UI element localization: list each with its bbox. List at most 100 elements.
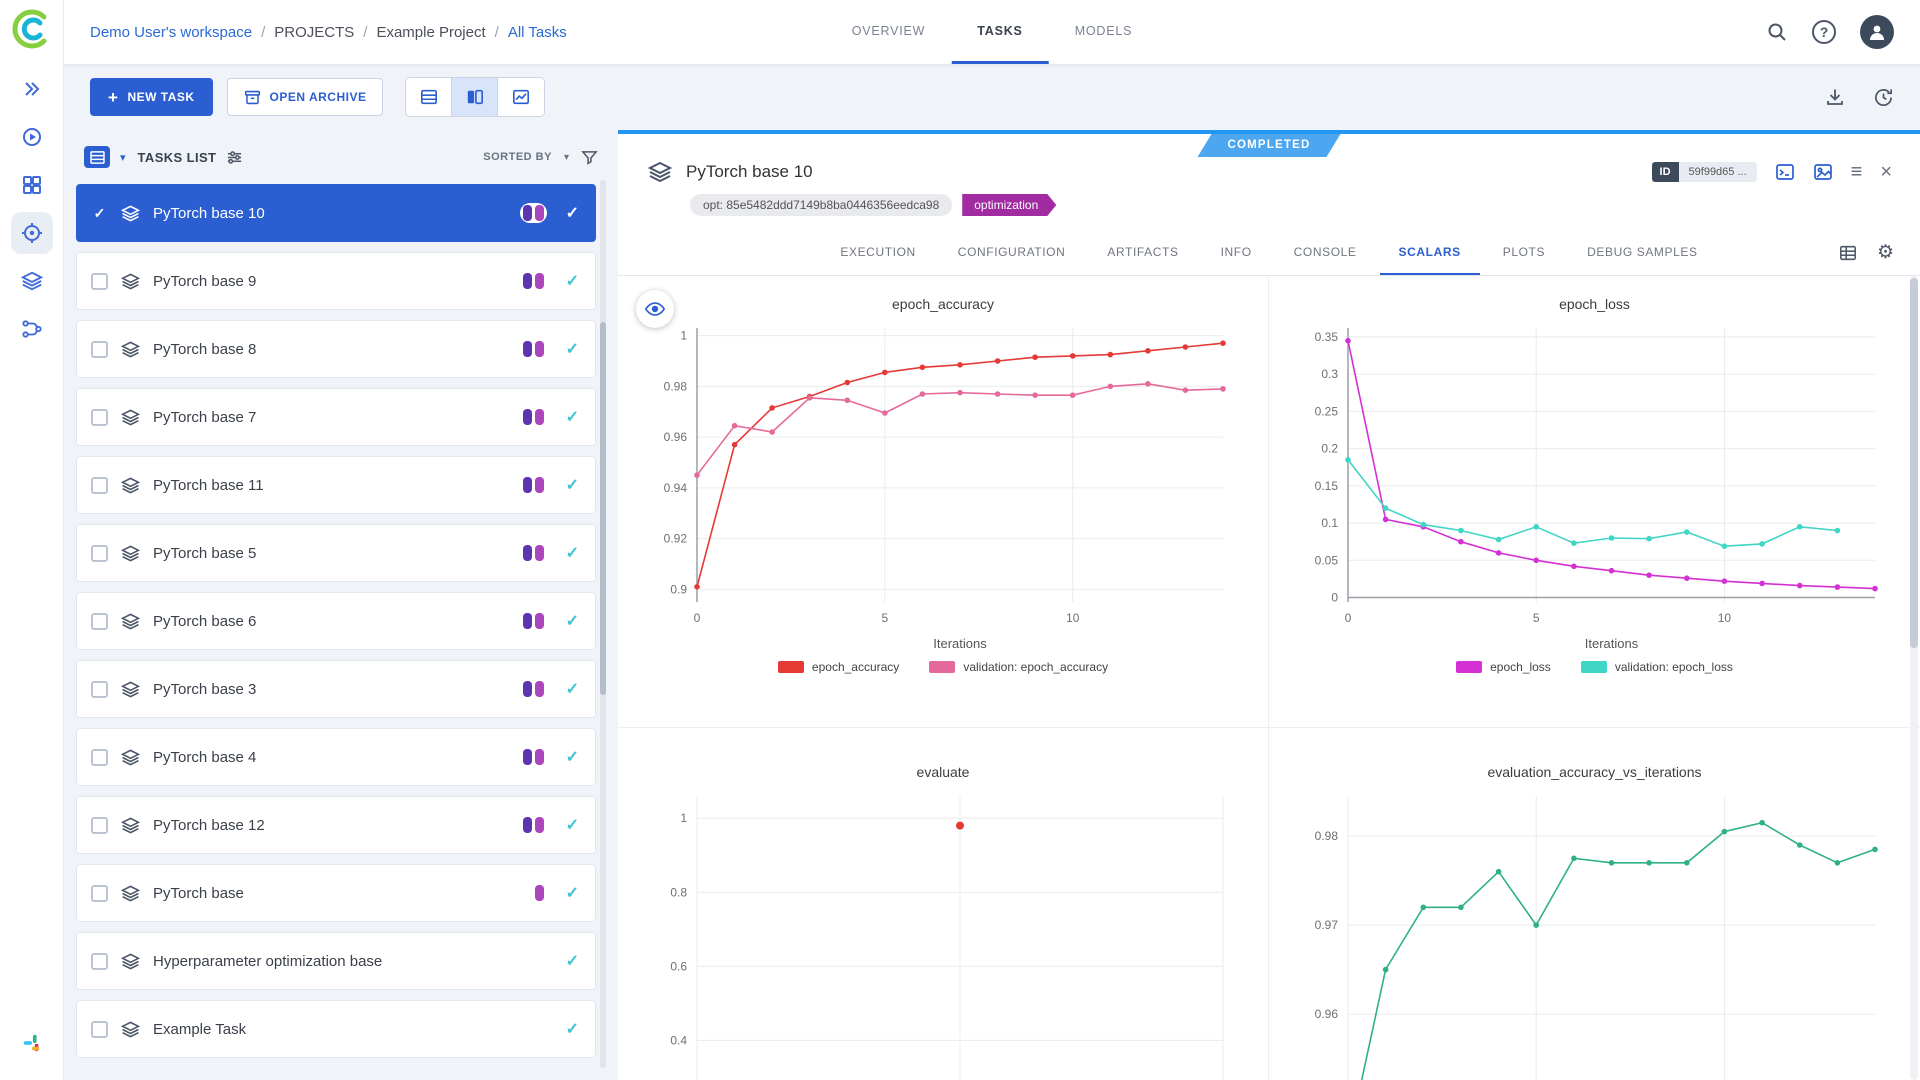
- task-list-item[interactable]: PyTorch base 3 ✓: [76, 660, 596, 718]
- task-list-item[interactable]: PyTorch base 12 ✓: [76, 796, 596, 854]
- tab-debug-samples[interactable]: DEBUG SAMPLES: [1568, 230, 1717, 275]
- compare-view-button[interactable]: [498, 78, 544, 116]
- hide-show-metrics-eye-icon[interactable]: [636, 290, 674, 328]
- dashboard-icon[interactable]: [11, 164, 53, 206]
- tab-scalars[interactable]: SCALARS: [1380, 230, 1480, 275]
- task-list-item[interactable]: Example Task ✓: [76, 1000, 596, 1058]
- chart-epoch-loss: epoch_loss 051000.050.10.150.20.250.30.35…: [1269, 276, 1920, 728]
- legend-item[interactable]: validation: epoch_loss: [1581, 660, 1733, 674]
- task-checkbox[interactable]: [91, 681, 108, 698]
- task-checkbox[interactable]: [91, 817, 108, 834]
- task-type-icon: [121, 272, 140, 291]
- task-list-item[interactable]: PyTorch base 7 ✓: [76, 388, 596, 446]
- expand-nav-icon[interactable]: [11, 68, 53, 110]
- legend-item[interactable]: validation: epoch_accuracy: [929, 660, 1108, 674]
- task-type-icon: [121, 476, 140, 495]
- tag-pill: [523, 273, 532, 289]
- task-list-item[interactable]: ✓ PyTorch base 10 ✓: [76, 184, 596, 242]
- task-checkbox[interactable]: [91, 953, 108, 970]
- tab-configuration[interactable]: CONFIGURATION: [939, 230, 1085, 275]
- metrics-table-icon[interactable]: [1839, 244, 1857, 262]
- legend-item[interactable]: epoch_accuracy: [778, 660, 899, 674]
- svg-text:0.98: 0.98: [1315, 829, 1339, 843]
- task-list-item[interactable]: PyTorch base 11 ✓: [76, 456, 596, 514]
- preview-image-icon[interactable]: [1813, 162, 1833, 182]
- task-list-item[interactable]: PyTorch base 9 ✓: [76, 252, 596, 310]
- scalars-charts-area: epoch_accuracy 05100.90.920.940.960.981It…: [618, 276, 1920, 1080]
- download-icon[interactable]: [1825, 87, 1845, 107]
- column-settings-icon[interactable]: [226, 149, 243, 166]
- help-icon[interactable]: ?: [1812, 20, 1836, 44]
- split-view-button[interactable]: [452, 78, 498, 116]
- open-archive-button[interactable]: OPEN ARCHIVE: [227, 78, 384, 116]
- tab-execution[interactable]: EXECUTION: [821, 230, 934, 275]
- tab-info[interactable]: INFO: [1202, 230, 1271, 275]
- sorted-by-caret-icon[interactable]: ▾: [564, 152, 569, 163]
- task-menu-icon[interactable]: ≡: [1851, 161, 1863, 184]
- breadcrumb-projects[interactable]: PROJECTS: [274, 24, 354, 41]
- top-header: Demo User's workspace / PROJECTS / Examp…: [64, 0, 1920, 64]
- auto-refresh-icon[interactable]: [1873, 87, 1894, 108]
- table-view-button[interactable]: [406, 78, 452, 116]
- task-list-item[interactable]: PyTorch base 8 ✓: [76, 320, 596, 378]
- projects-icon[interactable]: [11, 212, 53, 254]
- breadcrumb-all-tasks[interactable]: All Tasks: [508, 24, 567, 41]
- chart-plot[interactable]: 0.20.40.60.81: [635, 784, 1251, 1080]
- new-task-button[interactable]: + NEW TASK: [90, 78, 213, 116]
- breadcrumb-workspace[interactable]: Demo User's workspace: [90, 24, 252, 41]
- task-status-check-icon: ✓: [566, 611, 579, 631]
- detail-scrollbar[interactable]: [1910, 276, 1918, 1080]
- clearml-logo-icon[interactable]: [11, 8, 53, 50]
- breadcrumb-project-name[interactable]: Example Project: [376, 24, 485, 41]
- task-id-badge[interactable]: ID 59f99d65 ...: [1652, 162, 1757, 182]
- task-checkbox[interactable]: [91, 341, 108, 358]
- datasets-icon[interactable]: [11, 260, 53, 302]
- sorted-by-button[interactable]: SORTED BY: [483, 151, 552, 163]
- main-column: Demo User's workspace / PROJECTS / Examp…: [64, 0, 1920, 1080]
- task-checkbox[interactable]: [91, 273, 108, 290]
- user-avatar[interactable]: [1860, 15, 1894, 49]
- list-view-caret-icon[interactable]: ▾: [120, 151, 126, 164]
- search-icon[interactable]: [1766, 21, 1788, 43]
- tab-tasks[interactable]: TASKS: [951, 0, 1048, 64]
- task-checkbox[interactable]: [91, 885, 108, 902]
- svg-text:0: 0: [1331, 591, 1338, 605]
- task-name: PyTorch base 11: [153, 477, 264, 494]
- tab-plots[interactable]: PLOTS: [1484, 230, 1564, 275]
- tab-artifacts[interactable]: ARTIFACTS: [1088, 230, 1197, 275]
- pipelines-icon[interactable]: [11, 308, 53, 350]
- tab-models[interactable]: MODELS: [1049, 0, 1159, 64]
- task-tag-optimization[interactable]: optimization: [962, 194, 1056, 216]
- task-tag-opt[interactable]: opt: 85e5482ddd7149b8ba0446356eedca98: [690, 194, 952, 216]
- task-checkbox[interactable]: [91, 477, 108, 494]
- tab-console[interactable]: CONSOLE: [1275, 230, 1376, 275]
- tab-overview[interactable]: OVERVIEW: [826, 0, 952, 64]
- output-log-icon[interactable]: [1775, 162, 1795, 182]
- chart-plot[interactable]: 0.950.960.970.98: [1286, 784, 1903, 1080]
- task-checkbox[interactable]: [91, 749, 108, 766]
- legend-item[interactable]: epoch_loss: [1456, 660, 1551, 674]
- slack-icon[interactable]: [11, 1022, 53, 1064]
- chart-plot[interactable]: 05100.90.920.940.960.981Iterations: [635, 316, 1251, 656]
- task-checkbox[interactable]: [91, 1021, 108, 1038]
- getting-started-icon[interactable]: [11, 116, 53, 158]
- tasks-toolbar: + NEW TASK OPEN ARCHIVE: [64, 64, 1920, 130]
- task-list-item[interactable]: PyTorch base 4 ✓: [76, 728, 596, 786]
- task-checkbox[interactable]: [91, 545, 108, 562]
- task-checkbox[interactable]: [91, 409, 108, 426]
- list-view-selector-icon[interactable]: [84, 146, 110, 168]
- task-list-item[interactable]: PyTorch base 6 ✓: [76, 592, 596, 650]
- task-list-item[interactable]: PyTorch base 5 ✓: [76, 524, 596, 582]
- task-list-item[interactable]: PyTorch base ✓: [76, 864, 596, 922]
- chart-plot[interactable]: 051000.050.10.150.20.250.30.35Iterations: [1286, 316, 1903, 656]
- task-tag-pills: [520, 611, 547, 631]
- close-detail-icon[interactable]: ×: [1880, 161, 1892, 184]
- task-list-item[interactable]: Hyperparameter optimization base ✓: [76, 932, 596, 990]
- task-name: PyTorch base 9: [153, 273, 256, 290]
- tag-pill: [535, 545, 544, 561]
- task-checkbox[interactable]: ✓: [91, 205, 108, 222]
- filter-icon[interactable]: [581, 149, 598, 166]
- task-checkbox[interactable]: [91, 613, 108, 630]
- tasks-list-scrollbar[interactable]: [600, 180, 606, 1068]
- settings-gear-icon[interactable]: ⚙: [1877, 241, 1894, 264]
